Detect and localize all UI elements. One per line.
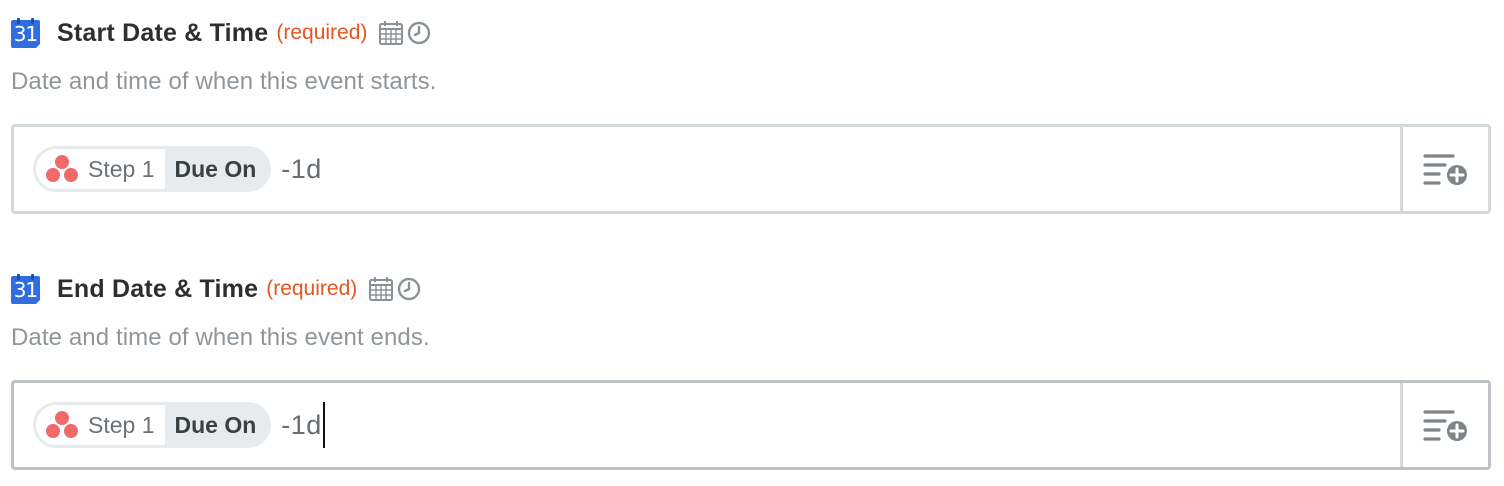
- pill-field-label: Due On: [174, 155, 257, 182]
- pill-field-label: Due On: [174, 411, 257, 438]
- calendar-icon: [369, 277, 394, 301]
- insert-data-icon: [1422, 154, 1467, 185]
- typed-value: -1d: [281, 153, 322, 184]
- insert-data-button[interactable]: [1400, 383, 1488, 467]
- mapped-field-pill[interactable]: Step 1 Due On: [33, 402, 272, 448]
- pill-step-label: Step 1: [88, 155, 155, 182]
- typed-value: -1d: [281, 409, 322, 440]
- start-date-time-input[interactable]: Step 1 Due On -1d: [11, 124, 1491, 214]
- pill-step-label: Step 1: [88, 411, 155, 438]
- insert-data-icon: [1422, 410, 1467, 441]
- end-date-time-input[interactable]: Step 1 Due On -1d: [11, 380, 1491, 470]
- asana-icon: [46, 411, 78, 438]
- required-indicator: (required): [266, 277, 358, 300]
- field-label-row: 31 Start Date & Time (required): [11, 16, 432, 50]
- required-indicator: (required): [276, 21, 368, 44]
- mapped-field-pill[interactable]: Step 1 Due On: [33, 146, 272, 192]
- insert-data-button[interactable]: [1400, 127, 1488, 211]
- asana-icon: [46, 155, 78, 182]
- google-calendar-icon: 31: [11, 273, 42, 305]
- field-label-row: 31 End Date & Time (required): [11, 272, 422, 306]
- field-label: Start Date & Time: [57, 18, 269, 47]
- clock-icon: [398, 277, 421, 301]
- field-description: Date and time of when this event starts.: [11, 68, 437, 95]
- field-description: Date and time of when this event ends.: [11, 324, 430, 351]
- google-calendar-icon: 31: [11, 17, 42, 49]
- clock-icon: [408, 21, 431, 45]
- field-label: End Date & Time: [57, 274, 259, 303]
- calendar-icon: [379, 21, 404, 45]
- text-cursor: [322, 402, 325, 448]
